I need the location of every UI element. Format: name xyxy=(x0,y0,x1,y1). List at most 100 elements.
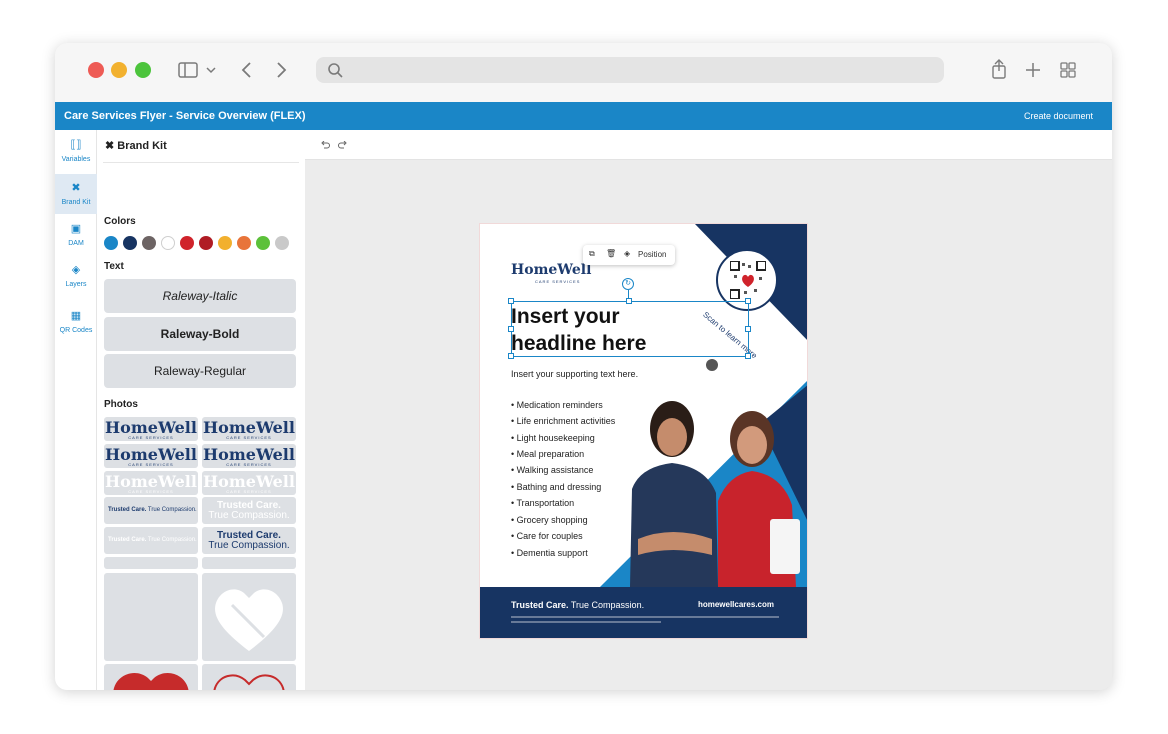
address-bar[interactable] xyxy=(316,57,944,83)
qr-code-icon xyxy=(730,261,766,299)
share-icon[interactable] xyxy=(991,59,1007,79)
chevron-down-icon[interactable] xyxy=(206,66,216,74)
font-raleway-regular[interactable]: Raleway-Regular xyxy=(104,354,296,388)
zoom-window-button[interactable] xyxy=(135,62,151,78)
service-item[interactable]: • Care for couples xyxy=(511,531,583,541)
service-item[interactable]: • Meal preparation xyxy=(511,449,584,459)
panel-title: ✖ Brand Kit xyxy=(105,140,167,152)
logo-photo-white[interactable]: HomeWell CARE SERVICES xyxy=(104,471,198,495)
footer-legal-line xyxy=(511,621,661,623)
color-swatch[interactable] xyxy=(104,236,118,250)
forward-icon[interactable] xyxy=(275,62,287,78)
color-swatch[interactable] xyxy=(180,236,194,250)
flyer-footer[interactable]: Trusted Care. True Compassion. homewellc… xyxy=(480,587,807,638)
footer-legal-line xyxy=(511,616,779,618)
close-window-button[interactable] xyxy=(88,62,104,78)
font-raleway-italic[interactable]: Raleway-Italic xyxy=(104,279,296,313)
service-item[interactable]: • Walking assistance xyxy=(511,465,593,475)
rail-item-label: DAM xyxy=(68,240,84,247)
minimize-window-button[interactable] xyxy=(111,62,127,78)
browser-toolbar xyxy=(55,43,1112,102)
heart-outline-icon xyxy=(213,674,285,690)
service-item[interactable]: • Transportation xyxy=(511,498,574,508)
footer-tagline: Trusted Care. True Compassion. xyxy=(511,600,645,610)
rail-item-label: Variables xyxy=(61,156,91,163)
colors-heading: Colors xyxy=(104,216,136,227)
rail-item-variables[interactable]: ⟦⟧ Variables xyxy=(55,138,97,174)
trash-icon[interactable]: 🗑 xyxy=(606,249,616,258)
layers-icon: ◈ xyxy=(71,264,81,276)
rail-item-brand-kit[interactable]: ✖ Brand Kit xyxy=(55,174,97,214)
element-context-menu: ⧉ 🗑 ◈ Position xyxy=(583,245,675,265)
rail-item-qr-codes[interactable]: ▦ QR Codes xyxy=(55,309,97,345)
tagline-photo-white[interactable]: Trusted Care. True Compassion. xyxy=(202,497,296,524)
rotate-handle[interactable]: ↻ xyxy=(622,278,634,290)
tool-rail: ⟦⟧ Variables ✖ Brand Kit ▣ DAM ◈ Layers … xyxy=(55,130,97,690)
rail-item-layers[interactable]: ◈ Layers xyxy=(55,263,97,299)
resize-handle[interactable] xyxy=(745,298,751,304)
heart-icon xyxy=(215,589,283,651)
service-item[interactable]: • Grocery shopping xyxy=(511,515,588,525)
color-swatch[interactable] xyxy=(256,236,270,250)
new-tab-icon[interactable] xyxy=(1026,63,1040,77)
position-button[interactable]: Position xyxy=(638,250,666,259)
color-swatch[interactable] xyxy=(275,236,289,250)
editor-toolbar xyxy=(305,130,1112,160)
rail-item-label: Brand Kit xyxy=(61,199,91,206)
document-title: Care Services Flyer - Service Overview (… xyxy=(64,110,306,122)
tab-overview-icon[interactable] xyxy=(1060,62,1076,78)
photos-heading: Photos xyxy=(104,399,138,410)
color-swatch[interactable] xyxy=(161,236,175,250)
comment-icon[interactable] xyxy=(706,359,718,371)
duplicate-icon[interactable]: ⧉ xyxy=(589,249,595,259)
back-icon[interactable] xyxy=(241,62,253,78)
rail-item-dam[interactable]: ▣ DAM xyxy=(55,222,97,258)
rail-item-label: Layers xyxy=(65,281,87,288)
service-item[interactable]: • Dementia support xyxy=(511,548,588,558)
resize-handle[interactable] xyxy=(745,353,751,359)
search-icon xyxy=(328,63,343,78)
color-swatch[interactable] xyxy=(218,236,232,250)
flyer-document[interactable]: HomeWell CARE SERVICES Scan to learn mor… xyxy=(479,223,808,639)
heart-photo[interactable] xyxy=(202,664,296,690)
qr-code-icon: ▦ xyxy=(70,310,82,322)
font-raleway-bold[interactable]: Raleway-Bold xyxy=(104,317,296,351)
color-swatch[interactable] xyxy=(142,236,156,250)
color-swatch[interactable] xyxy=(199,236,213,250)
pattern-photo[interactable] xyxy=(202,557,296,569)
service-item[interactable]: • Light housekeeping xyxy=(511,433,595,443)
layers-icon[interactable]: ◈ xyxy=(624,249,630,258)
service-item[interactable]: • Medication reminders xyxy=(511,400,603,410)
pattern-photo[interactable] xyxy=(104,557,198,569)
tagline-photo[interactable]: Trusted Care. True Compassion. xyxy=(202,527,296,554)
redo-icon[interactable] xyxy=(338,141,348,150)
browser-window: Care Services Flyer - Service Overview (… xyxy=(55,43,1112,690)
color-swatch[interactable] xyxy=(123,236,137,250)
rail-item-label: QR Codes xyxy=(59,327,93,334)
footer-website[interactable]: homewellcares.com xyxy=(698,600,774,609)
pattern-photo[interactable] xyxy=(104,573,198,661)
tagline-photo[interactable]: Trusted Care. True Compassion. xyxy=(104,497,198,524)
divider xyxy=(103,162,299,163)
supporting-text[interactable]: Insert your supporting text here. xyxy=(511,369,638,379)
logo-photo[interactable]: HomeWell CARE SERVICES xyxy=(104,417,198,441)
heart-photo[interactable] xyxy=(104,664,198,690)
logo-photo[interactable]: HomeWell CARE SERVICES xyxy=(104,444,198,468)
service-item[interactable]: • Bathing and dressing xyxy=(511,482,601,492)
sidebar-icon[interactable] xyxy=(178,62,198,78)
logo-photo[interactable]: HomeWell CARE SERVICES xyxy=(202,417,296,441)
undo-icon[interactable] xyxy=(320,141,330,150)
brand-kit-icon: ✖ xyxy=(105,140,118,152)
tagline-photo-white[interactable]: Trusted Care. True Compassion. xyxy=(104,527,198,554)
headline-text[interactable]: Insert your headline here xyxy=(511,303,646,357)
service-item[interactable]: • Life enrichment activities xyxy=(511,416,615,426)
create-document-button[interactable]: Create document xyxy=(1024,111,1093,121)
resize-handle[interactable] xyxy=(745,326,751,332)
logo-photo-white[interactable]: HomeWell CARE SERVICES xyxy=(202,471,296,495)
brand-kit-icon: ✖ xyxy=(71,182,81,194)
color-swatch[interactable] xyxy=(237,236,251,250)
logo-photo[interactable]: HomeWell CARE SERVICES xyxy=(202,444,296,468)
heart-photo[interactable] xyxy=(202,573,296,661)
heart-icon xyxy=(113,673,189,690)
text-heading: Text xyxy=(104,261,124,272)
